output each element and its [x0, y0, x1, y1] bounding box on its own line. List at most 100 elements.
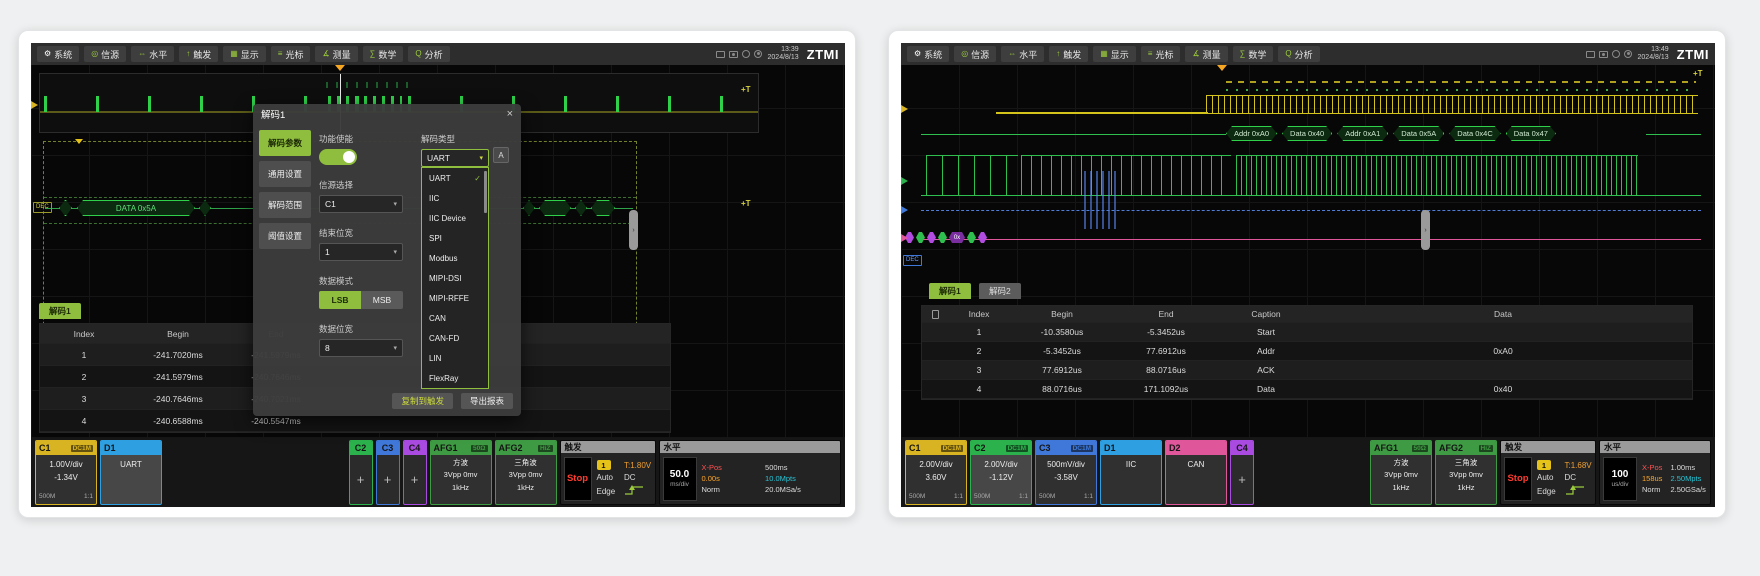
channel-card-c3[interactable]: C3 + [376, 440, 400, 505]
menu-item-cursor[interactable]: ≡ 光标 [271, 46, 311, 62]
afg2-card[interactable]: AFG2 HiZ 三角波 3Vpp 0mv 1kHz [495, 440, 557, 505]
add-channel-icon[interactable]: + [1231, 455, 1253, 504]
channel-card-c1[interactable]: C1 DC1M 1.00V/div -1.34V 500M 1:1 [35, 440, 97, 505]
decode-frame-label: Data 0x47 [1514, 129, 1548, 138]
menu-item-source[interactable]: ◎ 信源 [84, 46, 126, 62]
mini-decode-cluster: 0x [905, 232, 987, 243]
add-channel-icon[interactable]: + [404, 455, 426, 504]
measure-icon: ∡ [1192, 50, 1199, 58]
decode-type-option[interactable]: SPI ✓ [422, 228, 488, 248]
menu-item-trigger[interactable]: ↑ 触发 [179, 46, 218, 62]
menu-label: 光标 [285, 48, 303, 61]
table-row[interactable]: 1 -10.3580us -5.3452us Start [922, 323, 1692, 342]
decode-type-option[interactable]: CAN-FD ✓ [422, 328, 488, 348]
afg1-card[interactable]: AFG1 50Ω 方波 3Vpp 0mv 1kHz [1370, 440, 1432, 505]
channel-card-c3[interactable]: C3 DC1M 500mV/div -3.58V 500M 1:1 [1035, 440, 1097, 505]
menu-item-measure[interactable]: ∡ 测量 [315, 46, 357, 62]
decode-type-option[interactable]: IIC Device ✓ [422, 208, 488, 228]
add-channel-icon[interactable]: + [377, 455, 399, 504]
channel-card-d2[interactable]: D2 CAN [1165, 440, 1227, 505]
decode-tab-1[interactable]: 解码1 [39, 303, 81, 319]
menu-item-cursor[interactable]: ≡ 光标 [1141, 46, 1181, 62]
drawer-handle[interactable]: › [629, 210, 638, 250]
trigger-position-icon[interactable] [335, 65, 345, 71]
decode-type-option[interactable]: CAN ✓ [422, 308, 488, 328]
menu-label: 数学 [1248, 48, 1266, 61]
decode-type-option[interactable]: IIC ✓ [422, 188, 488, 208]
keyboard-button[interactable]: A [493, 147, 509, 163]
table-row[interactable]: 2 -5.3452us 77.6912us Addr 0xA0 [922, 342, 1692, 361]
msb-button[interactable]: MSB [361, 291, 403, 309]
menu-item-gear[interactable]: ⚙ 系统 [907, 46, 949, 62]
amplitude: 3Vpp 0mv [1436, 469, 1496, 481]
dialog-tab[interactable]: 通用设置 [259, 161, 311, 187]
channel-card-d1[interactable]: D1 UART [100, 440, 162, 505]
enable-toggle[interactable] [319, 149, 357, 165]
menu-item-math[interactable]: ∑ 数学 [1233, 46, 1274, 62]
dialog-tab[interactable]: 解码范围 [259, 192, 311, 218]
lsb-button[interactable]: LSB [319, 291, 361, 309]
menu-bar: ⚙ 系统 ◎ 信源 ⇔ 水平 ↑ 触发 [901, 43, 1715, 65]
decode-type-select[interactable]: UART ▾ [421, 149, 489, 167]
chevron-down-icon: ▾ [393, 344, 397, 352]
horizontal-readouts: X-Pos 500ms 0.00s 10.0Mpts Norm 20.0MSa/… [702, 463, 838, 494]
horizontal-section[interactable]: 水平 100 us/div X-Pos 1.00ms 158us 2.50Mpt… [1599, 440, 1711, 505]
decode-type-option[interactable]: MIPI-RFFE ✓ [422, 288, 488, 308]
channel-card-d1[interactable]: D1 IIC [1100, 440, 1162, 505]
menu-item-measure[interactable]: ∡ 测量 [1185, 46, 1227, 62]
menu-item-display[interactable]: ▦ 显示 [223, 46, 266, 62]
chevron-down-icon: ▾ [393, 248, 397, 256]
horizontal-label: Norm [1642, 485, 1663, 494]
decode-type-option[interactable]: Modbus ✓ [422, 248, 488, 268]
cell-index: 2 [40, 372, 128, 382]
option-label: LIN [429, 354, 441, 363]
table-row[interactable]: 4 88.0716us 171.1092us Data 0x40 [922, 380, 1692, 399]
channel-card-c4[interactable]: C4 + [403, 440, 427, 505]
acquisition-state: Stop [1504, 457, 1532, 501]
report-icon [932, 310, 939, 319]
decode-tab-2[interactable]: 解码2 [979, 283, 1021, 299]
offset-value: -3.58V [1036, 472, 1096, 485]
trigger-section[interactable]: 触发 Stop 1 T:1.80V Auto DC Edge [560, 440, 656, 505]
channel-card-c1[interactable]: C1 DC1M 2.00V/div 3.60V 500M 1:1 [905, 440, 967, 505]
table-body: 1 -10.3580us -5.3452us Start 2 -5.3452us… [922, 323, 1692, 399]
copy-to-trigger-button[interactable]: 复制到触发 [392, 393, 453, 409]
channel-card-c2[interactable]: C2 + [349, 440, 373, 505]
menu-item-analyze[interactable]: Q 分析 [1278, 46, 1319, 62]
decode-type-option[interactable]: MIPI-DSI ✓ [422, 268, 488, 288]
menu-item-source[interactable]: ◎ 信源 [954, 46, 996, 62]
menu-item-horizontal[interactable]: ⇔ 水平 [1001, 46, 1044, 62]
menu-item-display[interactable]: ▦ 显示 [1093, 46, 1136, 62]
menu-item-trigger[interactable]: ↑ 触发 [1049, 46, 1088, 62]
channel-card-c2[interactable]: C2 DC1M 2.00V/div -1.12V 500M 1:1 [970, 440, 1032, 505]
table-row[interactable]: 3 77.6912us 88.0716us ACK [922, 361, 1692, 380]
export-report-button[interactable]: 导出报表 [461, 393, 513, 409]
menu-item-horizontal[interactable]: ⇔ 水平 [131, 46, 174, 62]
channel-card-c4[interactable]: C4 + [1230, 440, 1254, 505]
trigger-position-icon[interactable] [1217, 65, 1227, 71]
dialog-tab[interactable]: 解码参数 [259, 130, 311, 156]
amplitude: 3Vpp 0mv [431, 469, 491, 481]
drawer-handle[interactable]: › [1421, 210, 1430, 250]
gesture-icon [1624, 50, 1632, 58]
decode-type-option[interactable]: LIN ✓ [422, 348, 488, 368]
decode-type-option[interactable]: FlexRay ✓ [422, 368, 488, 388]
horizontal-section[interactable]: 水平 50.0 ms/div X-Pos 500ms 0.00s 10.0Mpt… [659, 440, 842, 505]
menu-item-gear[interactable]: ⚙ 系统 [37, 46, 79, 62]
menu-label: 光标 [1155, 48, 1173, 61]
databits-select[interactable]: 8 ▾ [319, 339, 403, 357]
menu-item-analyze[interactable]: Q 分析 [408, 46, 449, 62]
trigger-section[interactable]: 触发 Stop 1 T:1.68V Auto DC Edge [1500, 440, 1596, 505]
close-icon[interactable]: × [507, 109, 513, 120]
stopbit-select[interactable]: 1 ▾ [319, 243, 403, 261]
touch-icon [1612, 50, 1620, 58]
afg1-card[interactable]: AFG1 50Ω 方波 3Vpp 0mv 1kHz [430, 440, 492, 505]
add-channel-icon[interactable]: + [350, 455, 372, 504]
decode-type-option[interactable]: UART ✓ [422, 168, 488, 188]
zoom-marker-icon [75, 139, 83, 144]
dialog-tab[interactable]: 阈值设置 [259, 223, 311, 249]
menu-item-math[interactable]: ∑ 数学 [363, 46, 404, 62]
afg2-card[interactable]: AFG2 HiZ 三角波 3Vpp 0mv 1kHz [1435, 440, 1497, 505]
source-select[interactable]: C1 ▾ [319, 195, 403, 213]
decode-tab-1[interactable]: 解码1 [929, 283, 971, 299]
